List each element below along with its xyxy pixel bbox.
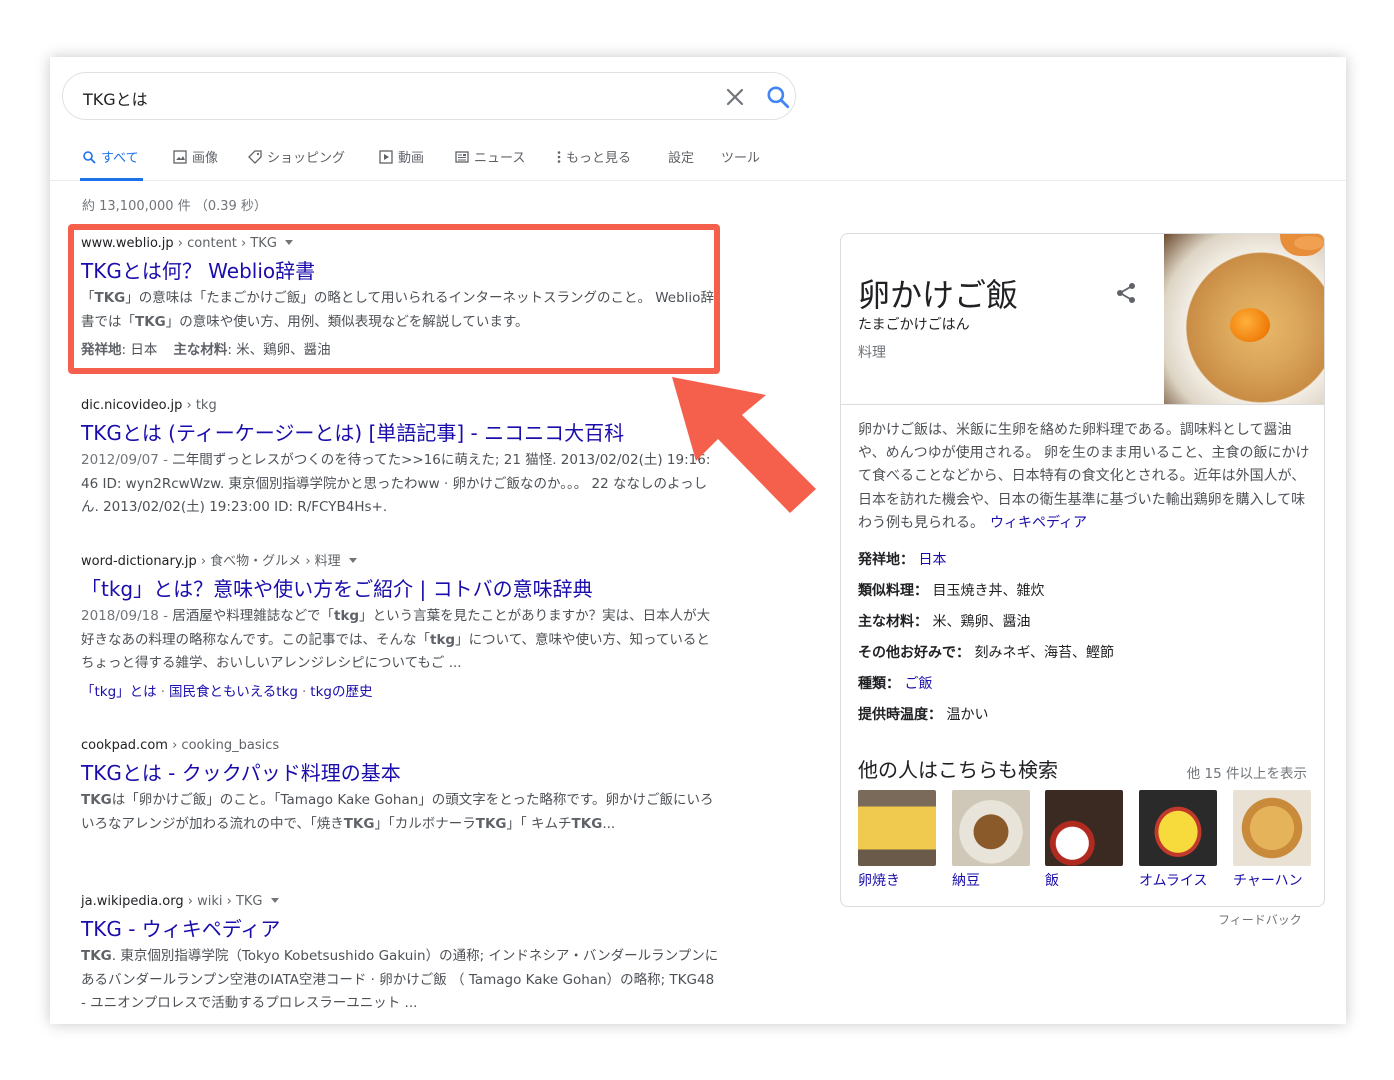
tab-label: もっと見る	[566, 151, 632, 166]
result-title-link[interactable]: 「tkg」とは？意味や使い方をご紹介 | コトバの意味辞典	[81, 575, 721, 603]
omurice-image	[1139, 790, 1217, 866]
dropdown-caret-icon[interactable]	[270, 898, 279, 903]
fact-row: その他お好みで： 刻みネギ、海苔、鰹節	[858, 645, 1115, 661]
sitelink[interactable]: 国民食ともいえるtkg	[169, 684, 298, 700]
highlight-box	[68, 224, 720, 374]
tab-news[interactable]: ニュース	[455, 147, 525, 181]
result-url[interactable]: ja.wikipedia.org › wiki › TKG	[81, 893, 721, 911]
sitelink[interactable]: tkgの歴史	[310, 684, 372, 700]
tab-videos[interactable]: 動画	[379, 147, 424, 181]
search-result: dic.nicovideo.jp › tkg TKGとは (ティーケージーとは)…	[81, 397, 721, 520]
tab-tools[interactable]: ツール	[721, 147, 760, 181]
play-icon	[379, 150, 393, 164]
also-search-list: 卵焼き 納豆 飯 オムライス チャーハン	[858, 790, 1313, 890]
related-item[interactable]: チャーハン	[1233, 790, 1311, 890]
search-icon	[83, 151, 96, 164]
browser-page: TKGとは すべて 画像 ショッピング 動画 ニュース もっと見る 設定 ツール…	[50, 57, 1346, 1024]
result-snippet: 2018/09/18 - 居酒屋や料理雑誌などで「tkg」という言葉を見たことが…	[81, 608, 711, 671]
tab-label: すべて	[101, 151, 139, 166]
tab-all[interactable]: すべて	[80, 147, 143, 181]
related-item[interactable]: 卵焼き	[858, 790, 936, 890]
tamagoyaki-image	[858, 790, 936, 866]
search-input[interactable]: TKGとは	[83, 86, 148, 110]
fact-row: 種類： ご飯	[858, 676, 933, 692]
tab-label: 設定	[668, 151, 695, 166]
fried-rice-image	[1233, 790, 1311, 866]
also-search-title: 他の人はこちらも検索	[858, 758, 1058, 782]
search-result: ja.wikipedia.org › wiki › TKG TKG - ウィキペ…	[81, 893, 721, 1016]
more-vert-icon	[557, 151, 561, 163]
sitelink[interactable]: 「tkg」とは	[81, 684, 157, 700]
news-icon	[455, 151, 469, 163]
result-stats: 約 13,100,000 件 （0.39 秒）	[82, 199, 267, 214]
dropdown-caret-icon[interactable]	[348, 558, 357, 563]
related-item[interactable]: オムライス	[1139, 790, 1217, 890]
result-title-link[interactable]: TKG - ウィキペディア	[81, 915, 721, 943]
result-title-link[interactable]: TKGとは - クックパッド料理の基本	[81, 759, 721, 787]
kp-type: 料理	[858, 345, 886, 361]
search-result: cookpad.com › cooking_basics TKGとは - クック…	[81, 737, 721, 836]
tab-shopping[interactable]: ショッピング	[248, 147, 345, 181]
search-icon[interactable]	[765, 84, 791, 110]
tab-label: 画像	[192, 151, 219, 166]
kp-photo[interactable]	[1164, 234, 1324, 404]
result-snippet: TKG. 東京個別指導学院（Tokyo Kobetsushido Gakuin）…	[81, 948, 719, 1011]
rice-image	[1045, 790, 1123, 866]
result-sitelinks: 「tkg」とは · 国民食ともいえるtkg · tkgの歴史	[81, 683, 373, 700]
egg-yolk	[1230, 308, 1270, 342]
image-icon	[173, 150, 187, 164]
result-snippet: 2012/09/07 - 二年間ずっとレスがつくのを待ってた>>16に萌えた; …	[81, 452, 711, 515]
fact-link[interactable]: ご飯	[904, 676, 932, 692]
wikipedia-link[interactable]: ウィキペディア	[990, 515, 1087, 531]
natto-image	[952, 790, 1030, 866]
fact-row: 発祥地： 日本	[858, 552, 947, 568]
search-result: word-dictionary.jp › 食べ物・グルメ › 料理 「tkg」と…	[81, 553, 721, 700]
kp-reading: たまごかけごはん	[858, 317, 970, 333]
knowledge-panel: 卵かけご飯 たまごかけごはん 料理 卵かけご飯は、米飯に生卵を絡めた卵料理である…	[840, 233, 1325, 907]
tag-icon	[248, 150, 262, 164]
search-tabs: すべて 画像 ショッピング 動画 ニュース もっと見る 設定 ツール	[50, 147, 1346, 181]
feedback-link[interactable]: フィードバック	[1218, 911, 1302, 928]
fact-row: 主な材料： 米、鶏卵、醤油	[858, 614, 1031, 630]
tab-label: ニュース	[474, 151, 526, 166]
search-box[interactable]: TKGとは	[62, 72, 796, 120]
divider	[841, 404, 1324, 405]
related-item[interactable]: 納豆	[952, 790, 1030, 890]
result-url[interactable]: cookpad.com › cooking_basics	[81, 737, 721, 755]
clear-icon[interactable]	[723, 85, 747, 109]
show-more-link[interactable]: 他 15 件以上を表示	[1187, 762, 1307, 782]
tab-more[interactable]: もっと見る	[555, 147, 631, 181]
tab-label: 動画	[398, 151, 425, 166]
fact-row: 提供時温度： 温かい	[858, 707, 989, 723]
tab-label: ショッピング	[267, 151, 346, 166]
result-title-link[interactable]: TKGとは (ティーケージーとは) [単語記事] - ニコニコ大百科	[81, 419, 721, 447]
kp-description: 卵かけご飯は、米飯に生卵を絡めた卵料理である。調味料として醤油や、めんつゆが使用…	[858, 422, 1310, 531]
fact-link[interactable]: 日本	[918, 552, 946, 568]
kp-facts: 発祥地： 日本 類似料理： 目玉焼き丼、雑炊 主な材料： 米、鶏卵、醤油 その他…	[858, 550, 1313, 736]
result-url[interactable]: dic.nicovideo.jp › tkg	[81, 397, 721, 415]
annotation-arrow-icon	[672, 377, 816, 513]
share-icon[interactable]	[1115, 282, 1137, 304]
tab-settings[interactable]: 設定	[668, 147, 694, 181]
result-snippet: TKGは「卵かけご飯」のこと。「Tamago Kake Gohan」の頭文字をと…	[81, 792, 714, 832]
related-item[interactable]: 飯	[1045, 790, 1123, 890]
result-url[interactable]: word-dictionary.jp › 食べ物・グルメ › 料理	[81, 553, 721, 571]
fact-row: 類似料理： 目玉焼き丼、雑炊	[858, 583, 1045, 599]
tab-label: ツール	[721, 151, 761, 166]
tab-images[interactable]: 画像	[173, 147, 218, 181]
kp-title: 卵かけご飯	[858, 276, 1019, 314]
